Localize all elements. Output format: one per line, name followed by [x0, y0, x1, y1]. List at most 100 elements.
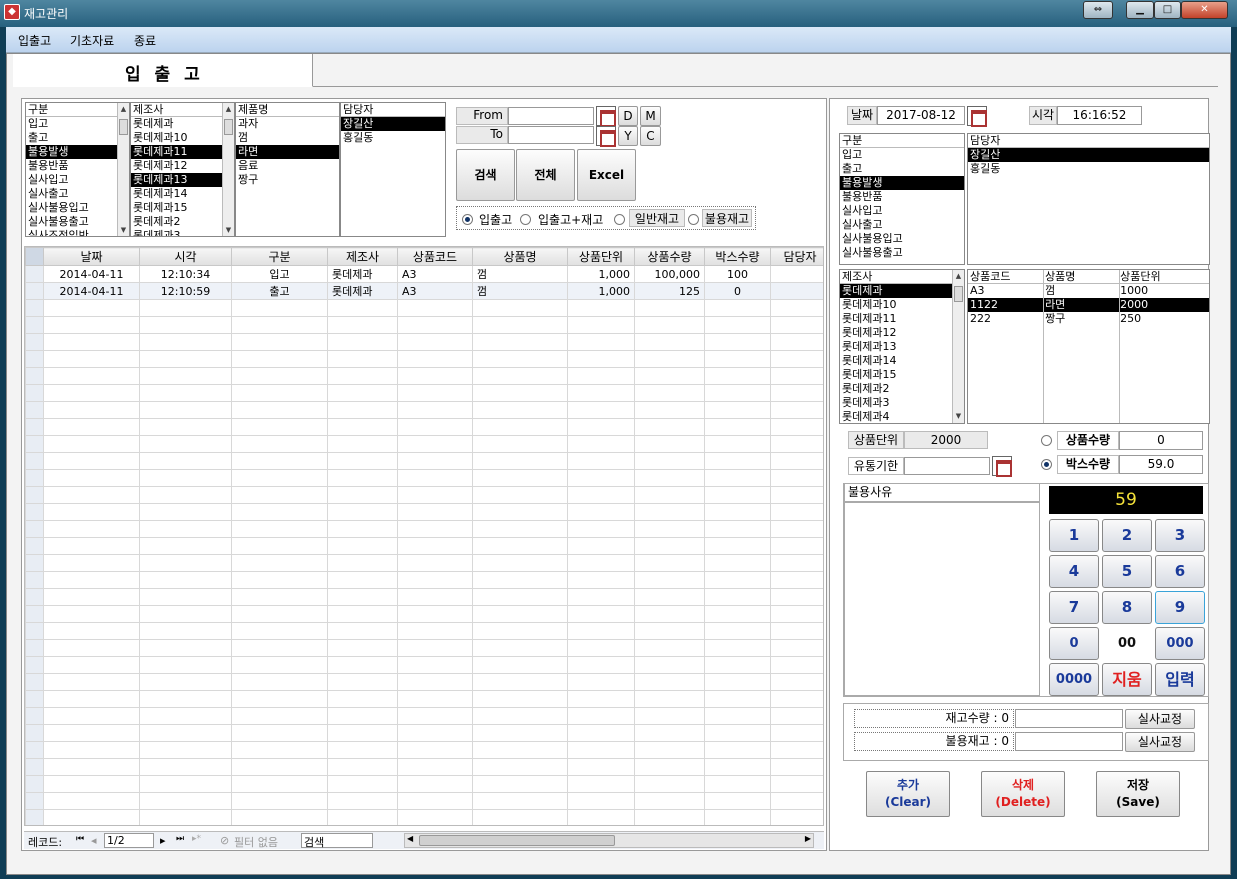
keypad-quad-zero-button[interactable]: 0000 — [1049, 663, 1099, 696]
list-item[interactable]: 불용발생 — [840, 176, 964, 190]
table-row[interactable] — [25, 588, 823, 606]
filter-type-listbox[interactable]: 구분 입고 출고 불용발생 불용반품 실사입고 실사출고 실사불용입고 실사불용출고 실사조정입… — [25, 102, 130, 237]
table-row[interactable] — [25, 656, 823, 674]
table-row[interactable] — [25, 758, 823, 776]
scroll-up-icon[interactable]: ▲ — [118, 103, 129, 115]
list-item[interactable]: 롯데제과13 — [840, 340, 964, 354]
radio-inout[interactable] — [462, 214, 473, 225]
table-row[interactable] — [25, 384, 823, 402]
list-item[interactable]: 롯데제과4 — [840, 410, 964, 423]
row-selector[interactable] — [25, 588, 44, 606]
filter-maker-listbox[interactable]: 제조사 롯데제과 롯데제과10 롯데제과11 롯데제과12 롯데제과13 롯데제과14 롯데… — [130, 102, 235, 237]
table-row[interactable] — [25, 707, 823, 725]
table-row[interactable] — [25, 299, 823, 317]
entry-type-listbox[interactable]: 구분 입고 출고 불용발생 불용반품 실사입고 실사출고 실사불용입고 실사불용출고 — [839, 133, 965, 265]
keypad-two-button[interactable]: 2 — [1102, 519, 1152, 552]
row-selector[interactable] — [25, 520, 44, 538]
minimize-button[interactable]: ▁ — [1126, 1, 1154, 19]
unused-stock-input[interactable] — [1015, 732, 1123, 751]
scroll-down-icon[interactable]: ▼ — [118, 224, 129, 236]
from-date-input[interactable] — [508, 107, 594, 125]
record-page-input[interactable]: 1/2 — [104, 833, 154, 848]
list-item[interactable]: 껌 — [236, 131, 339, 145]
entry-date-field[interactable]: 2017-08-12 — [877, 106, 965, 125]
list-item[interactable]: 라면 — [236, 145, 339, 159]
grid-search-input[interactable]: 검색 — [301, 833, 373, 849]
table-row[interactable] — [25, 350, 823, 368]
row-selector[interactable] — [25, 537, 44, 555]
table-row[interactable] — [25, 809, 823, 825]
table-row[interactable] — [25, 775, 823, 793]
row-selector[interactable] — [25, 316, 44, 334]
table-row[interactable] — [25, 741, 823, 759]
table-row[interactable] — [25, 690, 823, 708]
clear-date-button[interactable]: C — [640, 126, 661, 146]
column-header[interactable]: 시각 — [139, 247, 232, 266]
qty-input[interactable]: 0 — [1119, 431, 1203, 450]
list-item[interactable]: 롯데제과14 — [131, 187, 234, 201]
stock-qty-input[interactable] — [1015, 709, 1123, 728]
row-selector[interactable] — [25, 350, 44, 368]
list-item[interactable]: 음료 — [236, 159, 339, 173]
radio-box-qty[interactable] — [1041, 459, 1052, 470]
list-item[interactable]: 불용반품 — [26, 159, 129, 173]
keypad-three-button[interactable]: 3 — [1155, 519, 1205, 552]
row-selector[interactable] — [25, 299, 44, 317]
scroll-up-icon[interactable]: ▲ — [223, 103, 234, 115]
table-row[interactable] — [25, 452, 823, 470]
radio-inout-stock[interactable] — [520, 214, 531, 225]
search-button[interactable]: 검색 — [456, 149, 515, 201]
scroll-thumb[interactable] — [419, 835, 615, 846]
table-row[interactable]: 2014-04-11 12:10:34 입고 롯데제과 A3 껌 1,000 100,000 1… — [25, 265, 823, 283]
table-row[interactable] — [25, 520, 823, 538]
row-selector[interactable] — [25, 384, 44, 402]
list-item[interactable]: 실사입고 — [840, 204, 964, 218]
list-item[interactable]: 불용발생 — [26, 145, 129, 159]
column-header[interactable]: 상품단위 — [1118, 270, 1209, 283]
table-row[interactable] — [25, 503, 823, 521]
column-header[interactable]: 상품수량 — [634, 247, 705, 266]
table-row[interactable] — [25, 435, 823, 453]
row-selector[interactable] — [25, 418, 44, 436]
calendar-icon[interactable] — [596, 126, 616, 147]
scroll-right-icon[interactable]: ▶ — [805, 834, 811, 843]
row-selector[interactable] — [25, 809, 44, 825]
table-row[interactable] — [25, 537, 823, 555]
close-window-button[interactable]: ✕ — [1181, 1, 1228, 19]
scroll-left-icon[interactable]: ◀ — [407, 834, 413, 843]
filter-product-listbox[interactable]: 제품명 과자 껌 라면 음료 짱구 — [235, 102, 340, 237]
row-selector[interactable] — [25, 435, 44, 453]
new-record-icon[interactable]: ▸* — [192, 834, 201, 844]
scroll-thumb[interactable] — [224, 119, 233, 135]
list-item[interactable]: 홍길동 — [341, 131, 445, 145]
prev-record-icon[interactable]: ◂ — [91, 834, 97, 847]
column-header[interactable]: 담당자 — [770, 247, 823, 266]
row-selector[interactable] — [25, 282, 44, 300]
list-item[interactable]: A3 껌 1000 — [968, 284, 1209, 298]
row-selector[interactable] — [25, 554, 44, 572]
keypad-four-button[interactable]: 4 — [1049, 555, 1099, 588]
keypad-one-button[interactable]: 1 — [1049, 519, 1099, 552]
filter-staff-listbox[interactable]: 담당자 장길산 홍길동 — [340, 102, 446, 237]
table-row[interactable] — [25, 639, 823, 657]
delete-button[interactable]: 삭제 (Delete) — [981, 771, 1065, 817]
table-row[interactable] — [25, 554, 823, 572]
scroll-thumb[interactable] — [119, 119, 128, 135]
column-header[interactable]: 상품코드 — [968, 270, 1043, 283]
unused-correct-button[interactable]: 실사교정 — [1125, 732, 1195, 752]
keypad-seven-button[interactable]: 7 — [1049, 591, 1099, 624]
column-header[interactable]: 구분 — [231, 247, 328, 266]
list-item[interactable]: 실사출고 — [840, 218, 964, 232]
list-item[interactable]: 장길산 — [968, 148, 1209, 162]
table-row[interactable] — [25, 469, 823, 487]
row-selector[interactable] — [25, 571, 44, 589]
keypad-enter-button[interactable]: 입력 — [1155, 663, 1205, 696]
list-item[interactable]: 실사불용입고 — [26, 201, 129, 215]
entry-maker-listbox[interactable]: 제조사 롯데제과 롯데제과10 롯데제과11 롯데제과12 롯데제과13 롯데제과14 롯데… — [839, 269, 965, 424]
show-all-button[interactable]: 전체 — [516, 149, 575, 201]
table-row[interactable] — [25, 792, 823, 810]
list-item[interactable]: 롯데제과11 — [131, 145, 234, 159]
scroll-down-icon[interactable]: ▼ — [223, 224, 234, 236]
list-item[interactable]: 롯데제과 — [131, 117, 234, 131]
column-header[interactable]: 상품명 — [472, 247, 568, 266]
